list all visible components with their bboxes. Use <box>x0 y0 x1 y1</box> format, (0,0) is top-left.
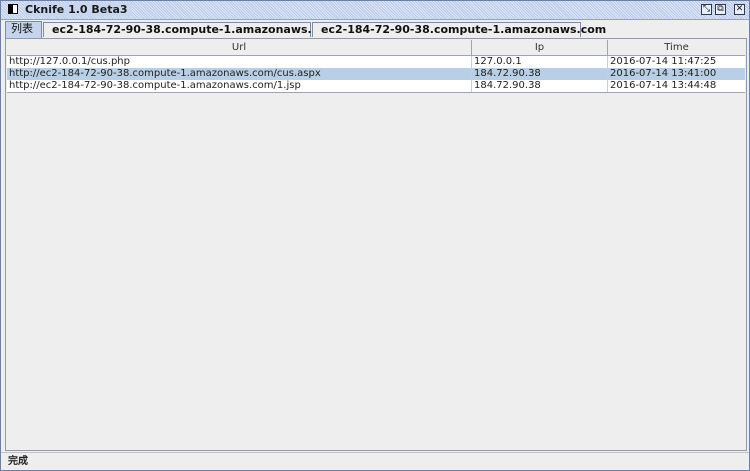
cell-time: 2016-07-14 13:41:00 <box>610 68 717 79</box>
minimize-icon[interactable]: ⤡ <box>701 4 712 15</box>
close-icon[interactable]: ✕ <box>734 4 745 15</box>
shell-table: Url Ip Time http://127.0.0.1/cus.php 127… <box>7 40 745 93</box>
table-row[interactable]: http://ec2-184-72-90-38.compute-1.amazon… <box>7 80 745 92</box>
status-bar: 完成 <box>1 452 749 470</box>
title-bar[interactable]: Cknife 1.0 Beta3 ⤡ ⧉ ✕ <box>1 1 749 20</box>
cell-url: http://ec2-184-72-90-38.compute-1.amazon… <box>7 80 472 92</box>
status-text: 完成 <box>8 456 28 467</box>
table-border <box>7 92 745 93</box>
cell-ip: 127.0.0.1 <box>472 56 608 68</box>
column-header-url[interactable]: Url <box>7 40 472 55</box>
tab-bar: 列表 ec2-184-72-90-38.compute-1.amazonaws.… <box>5 21 747 38</box>
column-header-time[interactable]: Time <box>608 40 745 55</box>
tab-host-1[interactable]: ec2-184-72-90-38.compute-1.amazonaws.com <box>43 22 337 37</box>
cell-url: http://ec2-184-72-90-38.compute-1.amazon… <box>7 68 472 80</box>
table-row[interactable]: http://127.0.0.1/cus.php 127.0.0.1 2016-… <box>7 56 745 68</box>
cell-ip: 184.72.90.38 <box>472 80 608 92</box>
cell-time: 2016-07-14 13:44:48 <box>610 80 717 91</box>
app-window: Cknife 1.0 Beta3 ⤡ ⧉ ✕ 列表 ec2-184-72-90-… <box>0 0 750 471</box>
column-header-ip[interactable]: Ip <box>472 40 608 55</box>
cell-ip: 184.72.90.38 <box>472 68 608 80</box>
maximize-icon[interactable]: ⧉ <box>715 4 726 15</box>
tab-list[interactable]: 列表 <box>5 21 42 38</box>
cell-time: 2016-07-14 11:47:25 <box>610 56 717 67</box>
list-panel: Url Ip Time http://127.0.0.1/cus.php 127… <box>5 38 747 451</box>
table-header: Url Ip Time <box>7 40 745 56</box>
cell-url: http://127.0.0.1/cus.php <box>7 56 472 68</box>
table-row[interactable]: http://ec2-184-72-90-38.compute-1.amazon… <box>7 68 745 80</box>
app-icon <box>8 4 18 14</box>
window-title: Cknife 1.0 Beta3 <box>24 3 132 16</box>
tab-host-2[interactable]: ec2-184-72-90-38.compute-1.amazonaws.com <box>312 22 606 37</box>
